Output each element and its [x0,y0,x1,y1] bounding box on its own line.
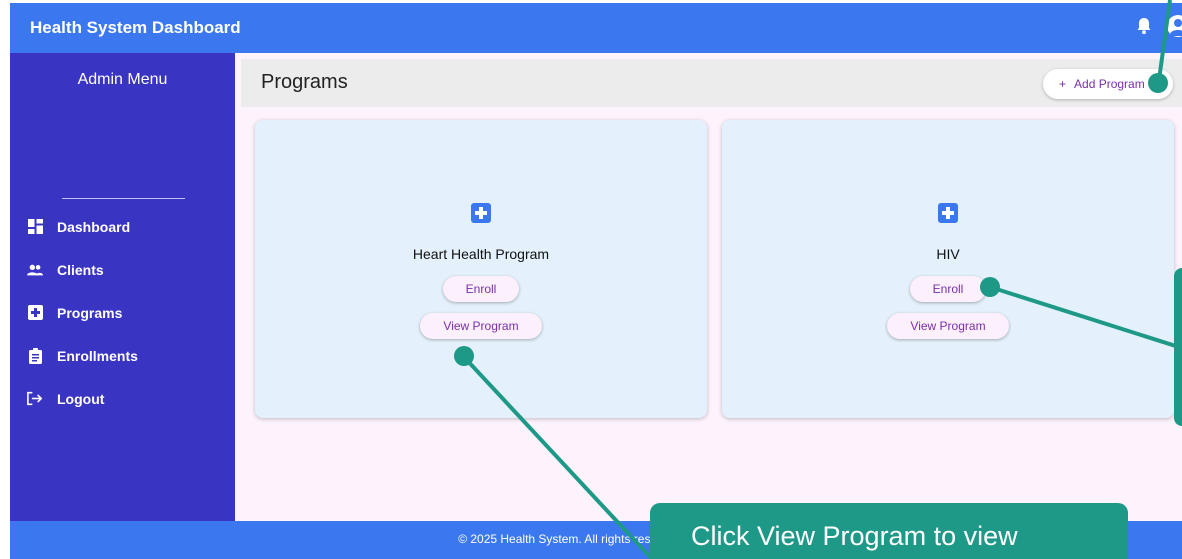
sidebar-item-label: Logout [57,390,105,407]
logout-icon [27,391,43,407]
sidebar-item-label: Dashboard [57,218,131,235]
program-card: Heart Health Program Enroll View Program [255,120,707,418]
appbar-actions [1136,3,1182,53]
sidebar-item-programs[interactable]: Programs [10,291,235,334]
sidebar-item-enrollments[interactable]: Enrollments [10,334,235,377]
people-icon [27,262,43,278]
program-name: Heart Health Program [412,246,550,262]
page-title: Programs [261,71,348,93]
plus-icon: + [1059,77,1067,91]
sidebar-item-logout[interactable]: Logout [10,377,235,420]
view-program-button[interactable]: View Program [887,313,1009,339]
view-program-button[interactable]: View Program [420,313,542,339]
app-title: Health System Dashboard [30,18,241,37]
add-program-label: Add Program [1074,77,1145,91]
sidebar-header: Admin Menu [77,71,168,88]
sidebar-item-label: Enrollments [57,347,138,364]
top-app-bar: Health System Dashboard [10,3,1182,53]
sidebar-item-label: Programs [57,304,123,321]
sidebar: Admin Menu Dashboard Clients Programs En… [10,53,235,521]
enroll-button[interactable]: Enroll [443,276,519,302]
medical-plus-icon [27,305,43,321]
add-program-button[interactable]: + Add Program [1043,69,1173,99]
program-card: HIV Enroll View Program [722,120,1174,418]
bell-icon[interactable] [1136,17,1152,40]
account-circle-icon[interactable] [1166,14,1182,43]
clipboard-icon [27,347,43,364]
sidebar-divider [62,198,185,199]
dashboard-icon [27,219,43,235]
tutorial-tooltip-view-program: Click View Program to view [650,503,1128,559]
medical-plus-icon [471,203,491,223]
sidebar-item-label: Clients [57,261,104,278]
medical-plus-icon [938,203,958,223]
tutorial-tooltip-enroll [1174,268,1182,426]
sidebar-nav: Dashboard Clients Programs Enrollments L… [10,205,235,420]
page-header: Programs + Add Program [241,59,1182,107]
program-name: HIV [936,246,960,262]
sidebar-item-clients[interactable]: Clients [10,248,235,291]
enroll-button[interactable]: Enroll [910,276,986,302]
sidebar-item-dashboard[interactable]: Dashboard [10,205,235,248]
app-root: Health System Dashboard Admin Menu Dashb… [0,0,1182,559]
main-content: Programs + Add Program Heart Health Progr… [235,53,1182,521]
tooltip-text: Click View Program to view [691,521,1018,551]
